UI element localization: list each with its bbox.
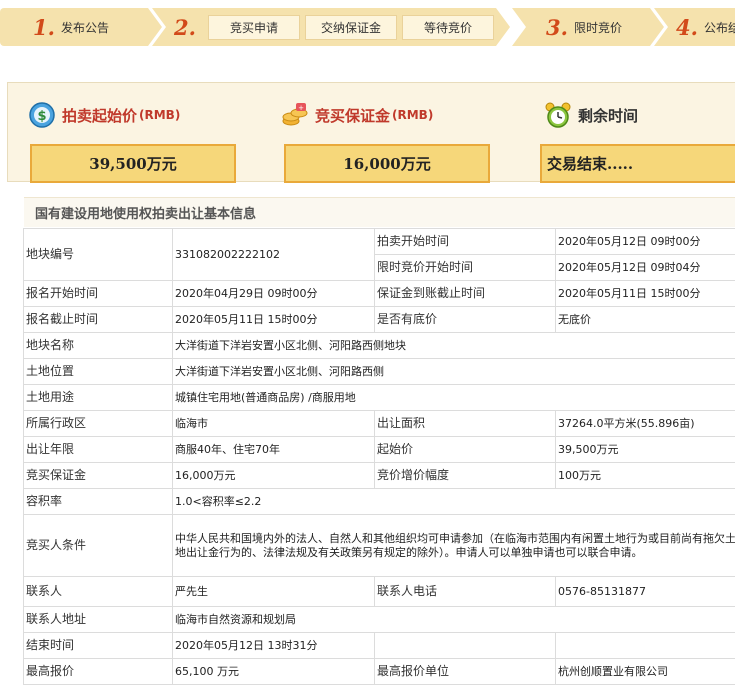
- deposit-cell: 16,000万元: [172, 462, 375, 489]
- location-value: 大洋街道下洋岩安置小区北侧、河阳路西侧: [172, 358, 735, 385]
- step-label: 发布公告: [60, 20, 109, 35]
- table-row: 容积率 1.0<容积率≤2.2: [23, 488, 735, 515]
- step-label: 公布结: [703, 20, 735, 35]
- start-price-value: 39,500万元: [30, 144, 236, 183]
- step-publish-result: 4. 公布结: [654, 8, 735, 46]
- plot-name-label: 地块名称: [23, 332, 173, 359]
- increment-label: 竞价增价幅度: [374, 462, 556, 489]
- table-row: 竞买人条件 中华人民共和国境内外的法人、自然人和其他组织均可申请参加（在临海市范…: [23, 514, 735, 577]
- auction-start-value: 2020年05月12日 09时00分: [555, 228, 735, 255]
- step-number: 2.: [174, 14, 196, 40]
- land-info-table: 地块编号 331082002222102 拍卖开始时间 2020年05月12日 …: [23, 228, 735, 685]
- district-value: 临海市: [172, 410, 375, 437]
- table-row: 出让年限 商服40年、住宅70年 起始价 39,500万元: [23, 436, 735, 463]
- auction-start-label: 拍卖开始时间: [374, 228, 556, 255]
- reg-end-label: 报名截止时间: [23, 306, 173, 333]
- step-publish-notice: 1. 发布公告: [0, 8, 162, 46]
- usage-value: 城镇住宅用地(普通商品房) /商服用地: [172, 384, 735, 411]
- plot-no-value: 331082002222102: [172, 228, 375, 281]
- contact-label: 联系人: [23, 576, 173, 607]
- table-row: 所属行政区 临海市 出让面积 37264.0平方米(55.896亩): [23, 410, 735, 437]
- table-row: 联系人 严先生 联系人电话 0576-85131877: [23, 576, 735, 607]
- table-row: 土地位置 大洋街道下洋岩安置小区北侧、河阳路西侧: [23, 358, 735, 385]
- address-label: 联系人地址: [23, 606, 173, 633]
- substep-bid-application: 竞买申请: [208, 15, 300, 40]
- deposit-title: 竞买保证金: [315, 106, 391, 125]
- top-bidder-label: 最高报价单位: [374, 658, 556, 685]
- deposit-heading: + 竞买保证金 (RMB): [281, 101, 433, 129]
- reg-end-value: 2020年05月11日 15时00分: [172, 306, 375, 333]
- table-row: 竞买保证金 16,000万元 竞价增价幅度 100万元: [23, 462, 735, 489]
- conditions-value: 中华人民共和国境内外的法人、自然人和其他组织均可申请参加（在临海市范围内有闲置土…: [172, 514, 735, 577]
- substep-await-bidding: 等待竞价: [402, 15, 494, 40]
- plot-name-value: 大洋街道下洋岩安置小区北侧、河阳路西侧地块: [172, 332, 735, 359]
- table-row: 报名开始时间 2020年04月29日 09时00分 保证金到账截止时间 2020…: [23, 280, 735, 307]
- svg-text:+: +: [298, 104, 304, 112]
- deposit-label: 竞买保证金: [23, 462, 173, 489]
- deposit-unit: (RMB): [392, 108, 434, 122]
- step-timed-bidding: 3. 限时竞价: [512, 8, 664, 46]
- location-label: 土地位置: [23, 358, 173, 385]
- reserve-label: 是否有底价: [374, 306, 556, 333]
- remaining-time-heading: 剩余时间: [544, 101, 638, 129]
- table-row: 报名截止时间 2020年05月11日 15时00分 是否有底价 无底价: [23, 306, 735, 333]
- reg-start-label: 报名开始时间: [23, 280, 173, 307]
- term-label: 出让年限: [23, 436, 173, 463]
- end-time-value: 2020年05月12日 13时31分: [172, 632, 375, 659]
- district-label: 所属行政区: [23, 410, 173, 437]
- svg-text:$: $: [37, 109, 46, 124]
- coins-icon: +: [282, 103, 308, 126]
- phone-value: 0576-85131877: [555, 576, 735, 607]
- timed-start-value: 2020年05月12日 09时04分: [555, 254, 735, 281]
- reg-start-value: 2020年04月29日 09时00分: [172, 280, 375, 307]
- address-value: 临海市自然资源和规划局: [172, 606, 735, 633]
- table-row: 最高报价 65,100 万元 最高报价单位 杭州创顺置业有限公司: [23, 658, 735, 685]
- step-label: 限时竞价: [573, 20, 622, 35]
- start-price-unit: (RMB): [139, 108, 181, 122]
- reserve-value: 无底价: [555, 306, 735, 333]
- progress-steps: 1. 发布公告 2. 竞买申请 交纳保证金 等待竞价 3. 限时竞价 4. 公布…: [0, 8, 735, 46]
- start-price-heading: $ 拍卖起始价 (RMB): [28, 101, 180, 129]
- substep-pay-deposit: 交纳保证金: [305, 15, 397, 40]
- deposit-deadline-label: 保证金到账截止时间: [374, 280, 556, 307]
- end-time-label: 结束时间: [23, 632, 173, 659]
- area-label: 出让面积: [374, 410, 556, 437]
- start-price-title: 拍卖起始价: [62, 106, 138, 125]
- alarm-clock-icon: [545, 102, 571, 128]
- deposit-deadline-value: 2020年05月11日 15时00分: [555, 280, 735, 307]
- term-value: 商服40年、住宅70年: [172, 436, 375, 463]
- table-row: 土地用途 城镇住宅用地(普通商品房) /商服用地: [23, 384, 735, 411]
- plot-no-label: 地块编号: [23, 228, 173, 281]
- auction-summary-panel: $ 拍卖起始价 (RMB) 39,500万元 + 竞买保证金 (RMB) 16,…: [7, 82, 735, 183]
- timed-start-label: 限时竞价开始时间: [374, 254, 556, 281]
- remaining-time-value: 交易结束.....: [540, 144, 735, 183]
- far-value: 1.0<容积率≤2.2: [172, 488, 735, 515]
- deposit-value: 16,000万元: [284, 144, 490, 183]
- money-bag-icon: $: [29, 102, 55, 128]
- table-row: 地块名称 大洋街道下洋岩安置小区北侧、河阳路西侧地块: [23, 332, 735, 359]
- far-label: 容积率: [23, 488, 173, 515]
- start-price-label: 起始价: [374, 436, 556, 463]
- step-number: 4.: [676, 14, 698, 40]
- usage-label: 土地用途: [23, 384, 173, 411]
- top-bidder-value: 杭州创顺置业有限公司: [555, 658, 735, 685]
- table-row: 联系人地址 临海市自然资源和规划局: [23, 606, 735, 633]
- table-row: 结束时间 2020年05月12日 13时31分: [23, 632, 735, 659]
- area-value: 37264.0平方米(55.896亩): [555, 410, 735, 437]
- contact-value: 严先生: [172, 576, 375, 607]
- step-number: 1.: [33, 14, 55, 40]
- step-number: 3.: [546, 14, 568, 40]
- phone-label: 联系人电话: [374, 576, 556, 607]
- top-bid-label: 最高报价: [23, 658, 173, 685]
- section-title: 国有建设用地使用权拍卖出让基本信息: [35, 207, 257, 222]
- conditions-label: 竞买人条件: [23, 514, 173, 577]
- empty-cell: [374, 632, 556, 659]
- table-row: 地块编号 331082002222102 拍卖开始时间 2020年05月12日 …: [23, 228, 735, 281]
- start-price-cell: 39,500万元: [555, 436, 735, 463]
- remaining-time-title: 剩余时间: [578, 106, 639, 125]
- increment-value: 100万元: [555, 462, 735, 489]
- top-bid-value: 65,100 万元: [172, 658, 375, 685]
- empty-cell: [555, 632, 735, 659]
